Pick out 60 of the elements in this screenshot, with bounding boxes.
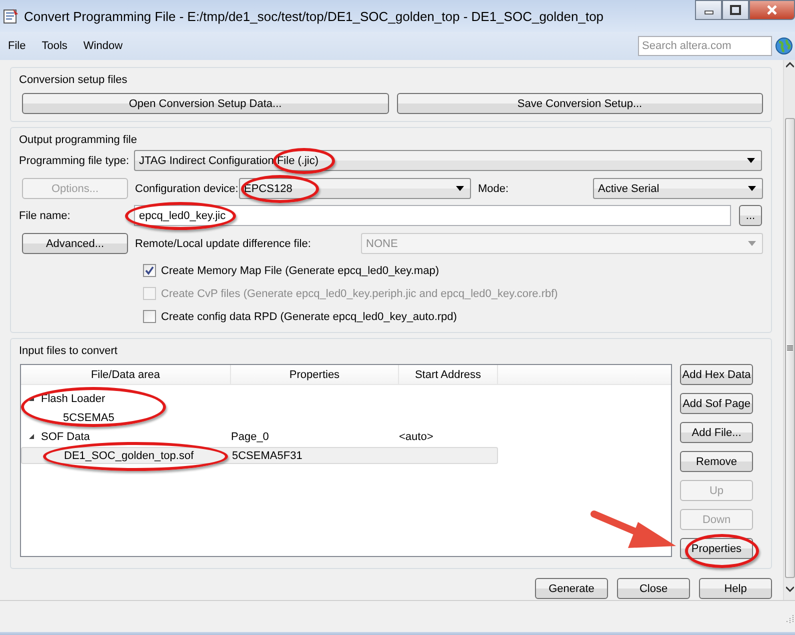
scrollbar[interactable] (783, 60, 795, 600)
tree-item[interactable]: SOF Data (41, 430, 90, 442)
field-label: Mode: (478, 182, 510, 194)
caret-icon (748, 186, 756, 191)
maximize-icon (730, 5, 741, 15)
checkbox-label: Create CvP files (Generate epcq_led0_key.periph.jic and epcq_led0_key.core.rbf) (161, 288, 558, 300)
browse-button[interactable]: ... (739, 205, 762, 226)
button[interactable]: Close (617, 578, 690, 599)
field-label: File name: (19, 210, 72, 222)
caret-icon (456, 186, 464, 191)
column-header[interactable]: Start Address (399, 365, 498, 384)
column-header[interactable]: File/Data area (21, 365, 231, 384)
column-header[interactable]: Properties (231, 365, 399, 384)
menu-item[interactable]: Window (75, 40, 131, 52)
expanded-icon[interactable] (28, 433, 35, 440)
globe-icon[interactable] (775, 37, 793, 55)
button[interactable]: Properties (680, 538, 753, 559)
field-label: Remote/Local update difference file: (135, 238, 312, 250)
close-button[interactable] (749, 0, 795, 20)
dropdown[interactable]: Active Serial (593, 178, 763, 199)
dropdown[interactable]: EPCS128 (239, 178, 471, 199)
group-title: Output programming file (19, 133, 138, 148)
button[interactable]: Generate (535, 578, 608, 599)
button[interactable]: Add File... (680, 422, 753, 443)
menu-item[interactable]: Tools (34, 40, 76, 52)
field-label: Programming file type: (19, 154, 130, 166)
checkbox-label: Create Memory Map File (Generate epcq_led0_key.map) (161, 264, 439, 276)
app-icon (3, 8, 19, 24)
grip-icon (786, 345, 792, 351)
group-title: Input files to convert (19, 344, 118, 359)
window-title: Convert Programming File - E:/tmp/de1_soc/test/top/DE1_SOC_golden_top - DE1_SOC_golden_top (24, 8, 605, 24)
close-icon (766, 5, 778, 15)
tree-item[interactable]: Flash Loader (41, 392, 106, 404)
button[interactable]: Add Sof Page (680, 393, 753, 414)
checkbox[interactable] (143, 310, 156, 323)
button[interactable]: Save Conversion Setup... (396, 93, 763, 114)
checkbox-label: Create config data RPD (Generate epcq_led0_key_auto.rpd) (161, 310, 457, 322)
search-field[interactable]: Search altera.com (638, 36, 772, 56)
table-cell: Page_0 (231, 430, 269, 442)
table-cell: 5CSEMA5F31 (232, 450, 302, 462)
button[interactable]: Advanced... (22, 233, 128, 254)
tree-item[interactable]: 5CSEMA5 (63, 412, 114, 424)
menu-item[interactable]: File (0, 40, 34, 52)
caret-icon (748, 241, 756, 246)
checkbox[interactable] (143, 264, 156, 277)
button[interactable]: Open Conversion Setup Data... (22, 93, 388, 114)
tree-item[interactable]: DE1_SOC_golden_top.sof (64, 450, 194, 462)
button[interactable]: Add Hex Data (680, 364, 753, 385)
group-title: Conversion setup files (19, 73, 128, 88)
field-label: Configuration device: (135, 182, 239, 194)
dropdown[interactable]: JTAG Indirect Configuration File (.jic) (134, 150, 762, 171)
scroll-down-icon[interactable] (786, 586, 794, 592)
maximize-button[interactable] (722, 0, 749, 20)
caret-icon (747, 158, 755, 163)
button[interactable]: Remove (680, 451, 753, 472)
button[interactable]: Help (699, 578, 772, 599)
file-name-field[interactable]: epcq_led0_key.jic (134, 205, 731, 226)
table-cell: <auto> (399, 430, 434, 442)
scroll-up-icon[interactable] (786, 62, 794, 68)
minimize-button[interactable] (695, 0, 722, 20)
